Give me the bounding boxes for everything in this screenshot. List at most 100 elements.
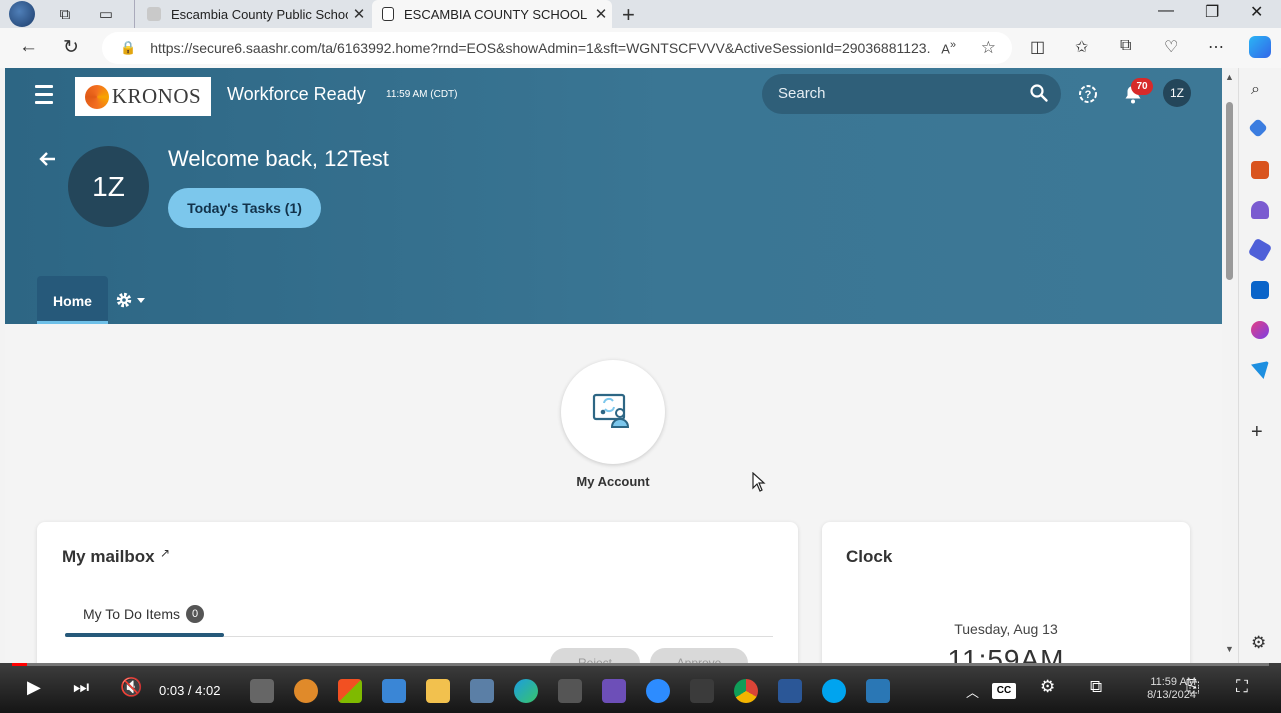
lock-icon[interactable]: 🔒	[120, 40, 136, 56]
welcome-heading: Welcome back, 12Test	[168, 146, 389, 171]
minimize-button[interactable]: —	[1158, 2, 1174, 20]
taskbar-explorer-icon[interactable]	[426, 679, 450, 703]
taskbar-calculator-icon[interactable]	[690, 679, 714, 703]
refresh-icon[interactable]: ↻	[63, 36, 79, 59]
taskbar-chrome-icon[interactable]	[734, 679, 758, 703]
my-mailbox-card: My mailbox ↗ My To Do Items 0 Reject App…	[37, 522, 798, 663]
scroll-down-icon[interactable]: ▼	[1225, 644, 1234, 654]
sidebar-search-icon[interactable]: ⌕	[1251, 81, 1269, 99]
mute-icon[interactable]: 🔇	[120, 677, 142, 698]
settings-gear-dropdown-icon[interactable]	[115, 290, 149, 310]
sidebar-outlook-icon[interactable]	[1251, 281, 1269, 299]
fullscreen-icon[interactable]: ⛶	[1236, 677, 1248, 697]
play-icon[interactable]: ▶	[27, 677, 41, 698]
hamburger-menu-icon[interactable]	[35, 85, 53, 109]
clock-card: Clock Tuesday, Aug 13 11:59AM	[822, 522, 1190, 663]
split-screen-icon[interactable]: ◫	[1030, 37, 1045, 57]
page-favicon-icon	[382, 7, 394, 21]
sidebar-m365-icon[interactable]	[1247, 237, 1273, 263]
todays-tasks-button[interactable]: Today's Tasks (1)	[168, 188, 321, 228]
progress-fill	[12, 663, 28, 666]
system-time: 11:59 AM	[1150, 676, 1196, 688]
next-icon[interactable]: ⏭	[73, 677, 89, 698]
tab-my-todo-items[interactable]: My To Do Items	[83, 606, 180, 622]
scroll-up-icon[interactable]: ▲	[1225, 72, 1234, 82]
taskbar-app-icon[interactable]	[294, 679, 318, 703]
miniplayer-icon[interactable]: ⧉	[1090, 677, 1102, 697]
notifications-count-badge: 70	[1131, 78, 1153, 95]
workspaces-icon[interactable]: ⧉	[54, 3, 76, 25]
my-account-icon	[592, 393, 630, 428]
more-menu-icon[interactable]: ⋯	[1208, 37, 1224, 57]
profile-avatar-large: 1Z	[68, 146, 149, 227]
search-placeholder: Search	[778, 85, 826, 102]
taskbar-word-icon[interactable]	[778, 679, 802, 703]
tray-chevron-icon[interactable]: ︿	[966, 682, 979, 701]
restore-button[interactable]: ❐	[1205, 2, 1219, 22]
tab-title: Escambia County Public Schools	[171, 6, 348, 22]
taskbar-mail-icon[interactable]	[382, 679, 406, 703]
url-text[interactable]: https://secure6.saashr.com/ta/6163992.ho…	[150, 40, 930, 56]
video-progress-bar[interactable]	[12, 663, 1269, 666]
captions-button[interactable]: CC	[992, 683, 1016, 699]
sidebar-games-icon[interactable]	[1251, 201, 1269, 219]
close-window-button[interactable]: ✕	[1250, 2, 1263, 22]
tab-actions-icon[interactable]: ▭	[95, 3, 117, 25]
new-tab-button[interactable]: +	[622, 2, 635, 28]
mouse-cursor-icon	[752, 472, 766, 492]
favorite-star-icon[interactable]: ☆	[981, 38, 996, 58]
taskbar-app2-icon[interactable]	[470, 679, 494, 703]
svg-text:?: ?	[1085, 89, 1092, 101]
sidebar-designer-icon[interactable]	[1251, 321, 1269, 339]
approve-button[interactable]: Approve	[650, 648, 748, 663]
site-favicon-icon	[147, 7, 161, 21]
user-avatar[interactable]: 1Z	[1163, 79, 1191, 107]
taskbar-clipchamp-icon[interactable]	[602, 679, 626, 703]
mailbox-title[interactable]: My mailbox	[62, 547, 155, 567]
close-tab-icon[interactable]: ✕	[590, 5, 612, 23]
todo-count-badge: 0	[186, 605, 204, 623]
favorites-icon[interactable]: ✩	[1075, 37, 1088, 57]
copilot-icon[interactable]	[1249, 36, 1271, 58]
search-icon[interactable]	[1029, 83, 1049, 103]
tab-home[interactable]: Home	[37, 276, 108, 324]
sidebar-add-icon[interactable]: +	[1251, 422, 1269, 442]
system-clock: 11:59 AM 8/13/2024	[1142, 676, 1196, 702]
profile-avatar[interactable]	[9, 1, 35, 27]
sidebar-settings-icon[interactable]: ⚙	[1251, 634, 1269, 652]
settings-icon[interactable]: ⚙	[1040, 677, 1055, 697]
sidebar-send-icon[interactable]	[1251, 361, 1269, 379]
taskbar-app3-icon[interactable]	[866, 679, 890, 703]
taskbar-zoom-icon[interactable]	[646, 679, 670, 703]
scrollbar-thumb[interactable]	[1226, 102, 1233, 280]
search-input[interactable]: Search	[762, 74, 1061, 114]
active-tab-indicator	[65, 633, 224, 637]
external-link-icon[interactable]: ↗	[160, 546, 170, 560]
tab-escambia-public-schools[interactable]: Escambia County Public Schools ✕	[134, 0, 370, 28]
taskbar-task-view-icon[interactable]	[250, 679, 274, 703]
collections-icon[interactable]: ⧉	[1120, 37, 1131, 55]
kronos-logo[interactable]: KRONOS	[75, 77, 211, 116]
taskbar-skype-icon[interactable]	[822, 679, 846, 703]
video-time: 0:03 / 4:02	[159, 683, 221, 698]
page-scrollbar[interactable]: ▲ ▼	[1222, 68, 1238, 663]
back-icon[interactable]: ←	[19, 36, 38, 58]
sidebar-shopping-icon[interactable]	[1248, 118, 1268, 138]
read-aloud-icon[interactable]: A»	[941, 39, 956, 56]
clock-title: Clock	[846, 547, 893, 566]
address-bar[interactable]: 🔒 https://secure6.saashr.com/ta/6163992.…	[102, 32, 1012, 64]
reject-button[interactable]: Reject	[550, 648, 640, 663]
help-icon[interactable]: ?	[1077, 83, 1099, 105]
my-account-button[interactable]	[561, 360, 665, 464]
taskbar-camera-icon[interactable]	[558, 679, 582, 703]
kronos-burst-icon	[84, 84, 109, 109]
close-tab-icon[interactable]: ✕	[348, 5, 370, 23]
taskbar-edge-icon[interactable]	[514, 679, 538, 703]
edge-sidebar: ⌕ + ⚙	[1238, 68, 1281, 663]
taskbar-store-icon[interactable]	[338, 679, 362, 703]
tab-escambia-school-board[interactable]: ESCAMBIA COUNTY SCHOOL BO ✕	[372, 0, 612, 28]
header-time: 11:59 AM (CDT)	[386, 89, 458, 100]
back-arrow-icon[interactable]	[38, 149, 58, 169]
browser-essentials-icon[interactable]: ♡	[1164, 37, 1178, 57]
sidebar-tools-icon[interactable]	[1251, 161, 1269, 179]
